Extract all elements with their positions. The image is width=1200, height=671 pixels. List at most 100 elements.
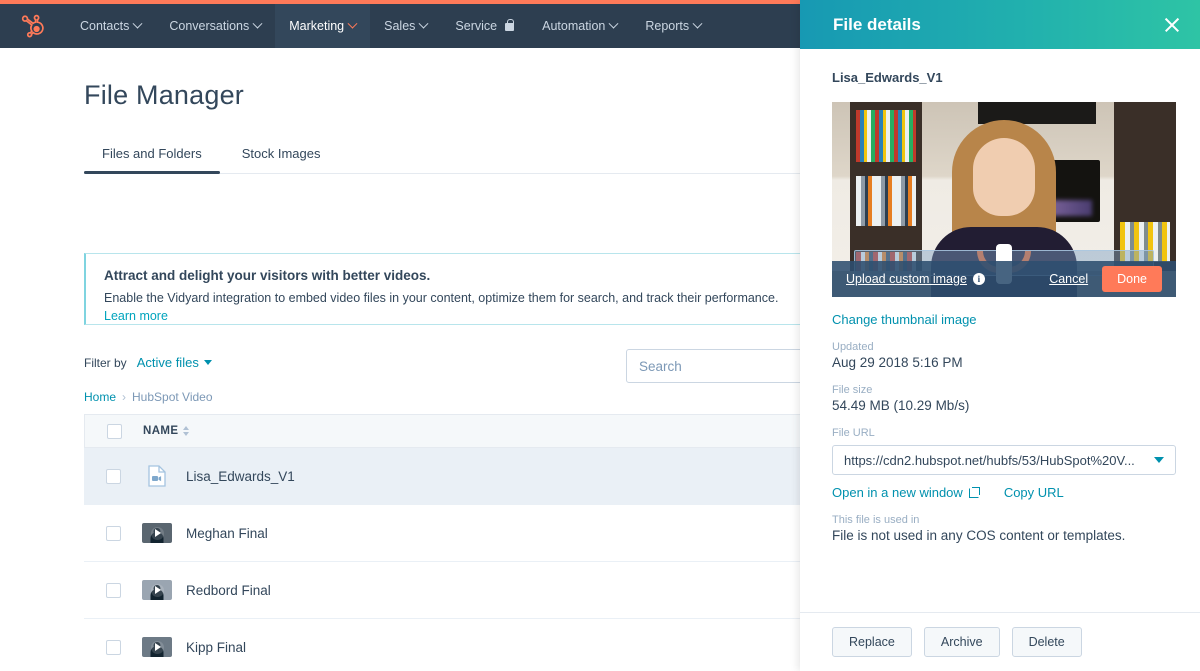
copy-url-link[interactable]: Copy URL	[1004, 485, 1064, 500]
tab-files-and-folders[interactable]: Files and Folders	[84, 136, 220, 173]
chevron-down-icon	[133, 18, 143, 28]
change-thumbnail-link[interactable]: Change thumbnail image	[832, 312, 1168, 327]
file-table: NAME Lisa_Ed	[84, 414, 804, 671]
close-icon[interactable]	[1162, 15, 1182, 35]
file-size-value: 54.49 MB (10.29 Mb/s)	[832, 398, 1168, 413]
row-file-name: Lisa_Edwards_V1	[186, 469, 295, 484]
select-all-checkbox[interactable]	[107, 424, 122, 439]
nav-item-automation[interactable]: Automation	[528, 4, 631, 48]
table-row[interactable]: Meghan Final	[84, 505, 804, 562]
column-header-label: NAME	[143, 425, 178, 437]
video-thumbnail-icon	[142, 580, 172, 600]
done-button[interactable]: Done	[1102, 266, 1162, 292]
copy-url-label: Copy URL	[1004, 485, 1064, 500]
table-row[interactable]: Lisa_Edwards_V1	[84, 448, 804, 505]
chevron-down-icon	[253, 18, 263, 28]
video-thumbnail-icon	[142, 523, 172, 543]
file-url-select[interactable]: https://cdn2.hubspot.net/hubfs/53/HubSpo…	[832, 445, 1176, 475]
nav-item-reports[interactable]: Reports	[631, 4, 715, 48]
caret-down-icon	[1154, 457, 1164, 463]
lock-icon	[505, 23, 514, 31]
nav-items: Contacts Conversations Marketing Sales S…	[66, 4, 715, 48]
breadcrumb-home[interactable]: Home	[84, 390, 116, 404]
chevron-down-icon	[693, 18, 703, 28]
replace-button[interactable]: Replace	[832, 627, 912, 657]
row-file-name: Redbord Final	[186, 583, 271, 598]
thumbnail-action-bar: Upload custom image i Cancel Done	[832, 261, 1176, 297]
external-link-icon	[969, 487, 980, 498]
video-file-icon	[142, 465, 172, 487]
panel-header: File details	[800, 0, 1200, 49]
usage-label: This file is used in	[832, 514, 1168, 526]
row-checkbox[interactable]	[106, 640, 121, 655]
upload-custom-image-label: Upload custom image	[846, 272, 967, 286]
tab-stock-images[interactable]: Stock Images	[224, 136, 339, 173]
thumbnail-actions: Cancel Done	[1049, 266, 1162, 292]
filter-label: Filter by	[84, 356, 127, 370]
row-checkbox-cell	[84, 583, 142, 598]
select-all-checkbox-cell	[85, 424, 143, 439]
table-header-row: NAME	[84, 414, 804, 448]
row-checkbox-cell	[84, 526, 142, 541]
row-checkbox[interactable]	[106, 526, 121, 541]
banner-title: Attract and delight your visitors with b…	[104, 268, 785, 283]
chevron-down-icon	[609, 18, 619, 28]
file-size-label: File size	[832, 384, 1168, 396]
tab-label: Stock Images	[242, 146, 321, 161]
banner-text: Enable the Vidyard integration to embed …	[104, 290, 785, 325]
nav-item-service[interactable]: Service	[441, 4, 528, 48]
file-url-links: Open in a new window Copy URL	[832, 485, 1168, 500]
learn-more-link[interactable]: Learn more	[104, 309, 168, 323]
breadcrumb-separator: ›	[122, 390, 126, 404]
nav-item-label: Sales	[384, 19, 415, 33]
row-checkbox-cell	[84, 469, 142, 484]
upload-custom-image-link[interactable]: Upload custom image i	[846, 272, 985, 286]
file-url-value: https://cdn2.hubspot.net/hubfs/53/HubSpo…	[844, 453, 1135, 468]
nav-item-label: Automation	[542, 19, 605, 33]
row-checkbox[interactable]	[106, 469, 121, 484]
breadcrumb: Home › HubSpot Video	[84, 390, 213, 404]
cancel-button[interactable]: Cancel	[1049, 272, 1088, 286]
main-navigation-bar: Contacts Conversations Marketing Sales S…	[0, 4, 800, 48]
panel-body: Lisa_Edwards_V1	[800, 49, 1200, 612]
delete-button[interactable]: Delete	[1012, 627, 1082, 657]
nav-item-contacts[interactable]: Contacts	[66, 4, 155, 48]
page-tabs: Files and Folders Stock Images	[84, 136, 800, 174]
panel-title: File details	[833, 15, 921, 35]
tab-label: Files and Folders	[102, 146, 202, 161]
panel-file-name: Lisa_Edwards_V1	[832, 70, 1168, 85]
nav-item-marketing[interactable]: Marketing	[275, 4, 370, 48]
archive-button[interactable]: Archive	[924, 627, 1000, 657]
info-icon[interactable]: i	[973, 273, 985, 285]
nav-item-label: Conversations	[169, 19, 249, 33]
open-in-new-window-link[interactable]: Open in a new window	[832, 485, 980, 500]
table-row[interactable]: Kipp Final	[84, 619, 804, 671]
updated-label: Updated	[832, 341, 1168, 353]
row-checkbox-cell	[84, 640, 142, 655]
chevron-down-icon	[419, 18, 429, 28]
row-file-name: Kipp Final	[186, 640, 246, 655]
page-title: File Manager	[84, 80, 244, 111]
updated-value: Aug 29 2018 5:16 PM	[832, 355, 1168, 370]
row-checkbox[interactable]	[106, 583, 121, 598]
filter-dropdown[interactable]: Active files	[137, 355, 212, 370]
video-thumbnail-preview: Upload custom image i Cancel Done	[832, 102, 1176, 297]
column-header-name[interactable]: NAME	[143, 425, 189, 437]
banner-description: Enable the Vidyard integration to embed …	[104, 291, 778, 305]
panel-footer: Replace Archive Delete	[800, 612, 1200, 671]
search-placeholder: Search	[639, 359, 682, 374]
nav-item-conversations[interactable]: Conversations	[155, 4, 275, 48]
open-in-new-window-label: Open in a new window	[832, 485, 963, 500]
file-url-label: File URL	[832, 427, 1168, 439]
hubspot-sprocket-logo[interactable]	[0, 4, 66, 48]
vidyard-promo-banner: Attract and delight your visitors with b…	[84, 253, 804, 325]
nav-item-sales[interactable]: Sales	[370, 4, 441, 48]
app-screen: Contacts Conversations Marketing Sales S…	[0, 0, 1200, 671]
breadcrumb-current: HubSpot Video	[132, 390, 213, 404]
chevron-down-icon	[348, 18, 358, 28]
table-row[interactable]: Redbord Final	[84, 562, 804, 619]
filter-row: Filter by Active files	[84, 355, 212, 370]
caret-down-icon	[204, 360, 212, 365]
nav-item-label: Service	[455, 19, 497, 33]
filter-dropdown-value: Active files	[137, 355, 199, 370]
